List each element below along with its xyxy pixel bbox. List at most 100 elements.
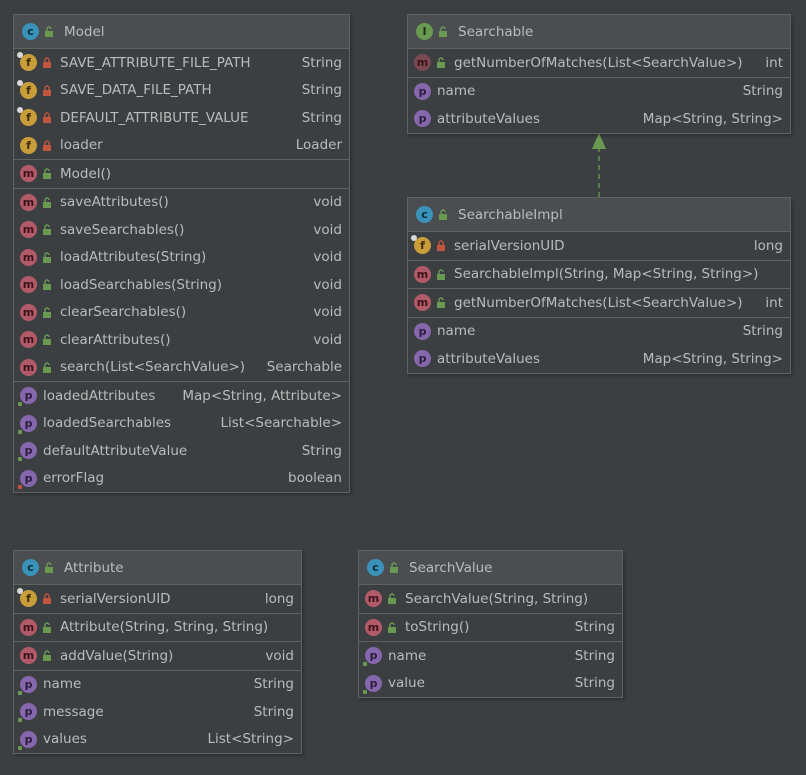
method-row[interactable]: m loadSearchables(String) void (14, 271, 349, 299)
property-row[interactable]: p defaultAttributeValue String (14, 437, 349, 465)
method-name: loadAttributes(String) (60, 249, 207, 266)
method-row[interactable]: m saveSearchables() void (14, 216, 349, 244)
field-icon: f (411, 235, 431, 255)
method-type: void (313, 221, 342, 238)
property-row[interactable]: p attributeValues Map<String, String> (408, 345, 790, 373)
private-icon (40, 112, 54, 124)
property-row[interactable]: p name String (359, 642, 622, 670)
method-icon: m (20, 248, 37, 266)
method-icon: m (414, 265, 431, 283)
public-icon (40, 224, 54, 236)
class-title: Attribute (64, 559, 124, 576)
field-type: Loader (295, 137, 342, 154)
abstract-method-icon: m (414, 54, 431, 72)
fields-section: f serialVersionUID long (408, 232, 790, 261)
property-icon: p (18, 469, 37, 489)
properties-section: p name String p attributeValues Map<Stri… (408, 78, 790, 133)
method-name: saveAttributes() (60, 194, 169, 211)
method-row[interactable]: m getNumberOfMatches(List<SearchValue>) … (408, 49, 790, 77)
method-row[interactable]: m saveAttributes() void (14, 189, 349, 217)
field-row[interactable]: f SAVE_DATA_FILE_PATH String (14, 77, 349, 105)
property-icon: p (18, 730, 37, 750)
interface-searchable-header[interactable]: I Searchable (408, 15, 790, 49)
method-icon: m (20, 165, 37, 183)
public-icon (40, 622, 54, 633)
method-name: saveSearchables() (60, 221, 185, 238)
class-icon: c (367, 559, 384, 576)
constructor-row[interactable]: m Model() (14, 160, 349, 188)
property-name: name (437, 83, 476, 100)
method-row[interactable]: m clearSearchables() void (14, 299, 349, 327)
class-searchable-impl[interactable]: c SearchableImpl f serialVersionUID long… (407, 197, 791, 374)
property-row[interactable]: p message String (14, 698, 301, 726)
field-row[interactable]: f serialVersionUID long (14, 585, 301, 613)
method-row[interactable]: m clearAttributes() void (14, 326, 349, 354)
property-row[interactable]: p attributeValues Map<String, String> (408, 105, 790, 133)
property-icon: p (363, 647, 382, 667)
field-icon: f (17, 588, 37, 608)
property-type: String (742, 83, 783, 100)
field-type: String (301, 82, 342, 99)
method-name: clearSearchables() (60, 304, 187, 321)
public-icon (42, 562, 56, 573)
field-icon: f (17, 52, 37, 72)
property-icon: p (18, 387, 37, 407)
field-row[interactable]: f serialVersionUID long (408, 232, 790, 260)
property-type: Map<String, String> (642, 110, 783, 127)
field-row[interactable]: f loader Loader (14, 132, 349, 160)
private-icon (40, 593, 54, 605)
public-icon (385, 622, 399, 633)
property-row[interactable]: p name String (408, 318, 790, 346)
field-row[interactable]: f SAVE_ATTRIBUTE_FILE_PATH String (14, 49, 349, 77)
class-search-value-header[interactable]: c SearchValue (359, 551, 622, 585)
field-type: String (301, 54, 342, 71)
property-row[interactable]: p loadedSearchables List<Searchable> (14, 410, 349, 438)
property-row[interactable]: p errorFlag boolean (14, 465, 349, 493)
property-type: String (301, 442, 342, 459)
public-icon (434, 57, 448, 69)
method-row[interactable]: m loadAttributes(String) void (14, 244, 349, 272)
class-model[interactable]: c Model f SAVE_ATTRIBUTE_FILE_PATH Strin… (13, 14, 350, 493)
public-icon (385, 593, 399, 605)
property-row[interactable]: p name String (14, 671, 301, 699)
method-name: toString() (405, 619, 470, 636)
public-icon (40, 168, 54, 180)
method-row[interactable]: m addValue(String) void (14, 642, 301, 670)
property-icon: p (18, 442, 37, 462)
class-attribute-header[interactable]: c Attribute (14, 551, 301, 585)
method-row[interactable]: m getNumberOfMatches(List<SearchValue>) … (408, 289, 790, 317)
method-name: getNumberOfMatches(List<SearchValue>) (454, 54, 743, 71)
interface-title: Searchable (458, 23, 534, 40)
property-row[interactable]: p name String (408, 78, 790, 106)
class-model-header[interactable]: c Model (14, 15, 349, 49)
field-name: serialVersionUID (60, 590, 171, 607)
property-row[interactable]: p loadedAttributes Map<String, Attribute… (14, 382, 349, 410)
method-name: getNumberOfMatches(List<SearchValue>) (454, 294, 743, 311)
property-row[interactable]: p values List<String> (14, 726, 301, 754)
method-row[interactable]: m toString() String (359, 614, 622, 642)
class-searchable-impl-header[interactable]: c SearchableImpl (408, 198, 790, 232)
class-search-value[interactable]: c SearchValue m SearchValue(String, Stri… (358, 550, 623, 698)
property-type: Map<String, String> (642, 350, 783, 367)
field-row[interactable]: f DEFAULT_ATTRIBUTE_VALUE String (14, 104, 349, 132)
methods-section: m toString() String (359, 614, 622, 642)
field-type: long (753, 237, 783, 254)
properties-section: p name String p message String p values … (14, 671, 301, 754)
public-icon (40, 334, 54, 346)
constructor-row[interactable]: m Attribute(String, String, String) (14, 614, 301, 642)
field-icon: f (17, 107, 37, 127)
method-type: void (313, 249, 342, 266)
constructor-row[interactable]: m SearchableImpl(String, Map<String, Str… (408, 261, 790, 289)
field-name: SAVE_ATTRIBUTE_FILE_PATH (60, 54, 251, 71)
method-icon: m (20, 331, 37, 349)
method-type: int (765, 294, 783, 311)
method-row[interactable]: m search(List<SearchValue>) Searchable (14, 354, 349, 382)
constructor-row[interactable]: m SearchValue(String, String) (359, 585, 622, 613)
interface-searchable[interactable]: I Searchable m getNumberOfMatches(List<S… (407, 14, 791, 134)
class-attribute[interactable]: c Attribute f serialVersionUID long m At… (13, 550, 302, 754)
class-title: SearchableImpl (458, 206, 563, 223)
public-icon (40, 307, 54, 318)
method-type: void (313, 331, 342, 348)
property-row[interactable]: p value String (359, 670, 622, 698)
property-type: String (742, 323, 783, 340)
